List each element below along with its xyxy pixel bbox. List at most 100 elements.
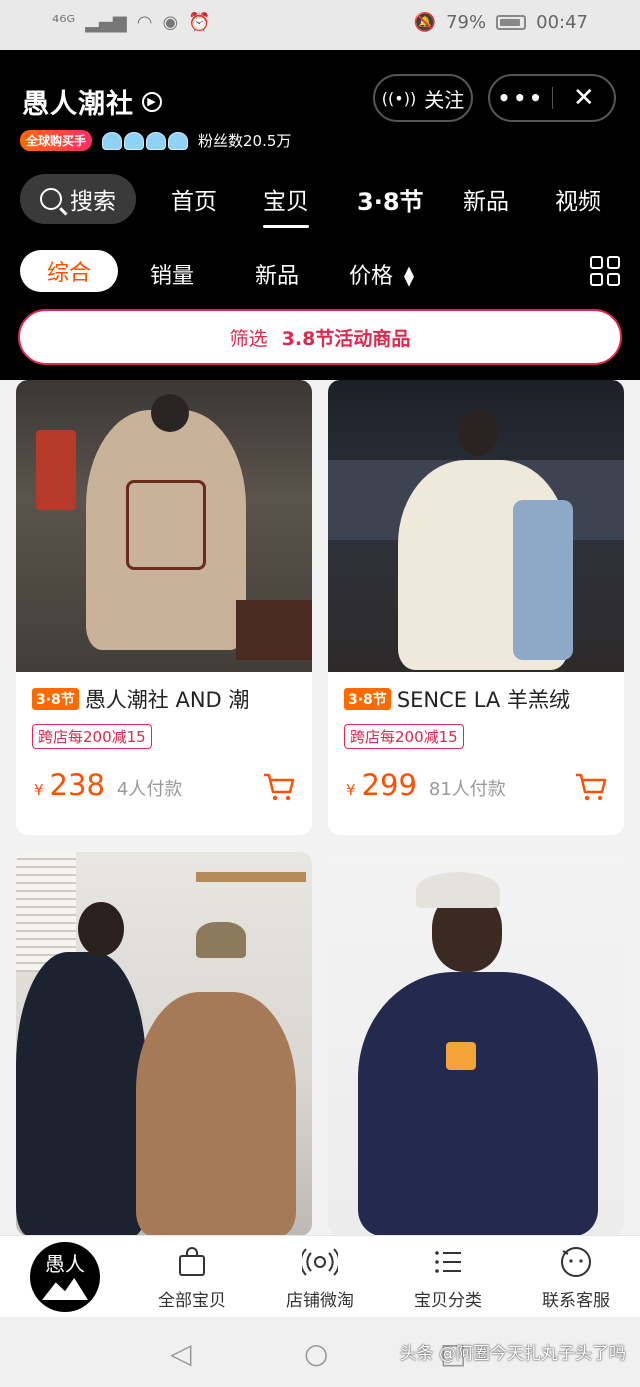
product-card[interactable] <box>16 852 312 1236</box>
status-bar: ⁴⁶ᴳ ▂▄▆ ◠ ◉ ⏰ 🔕 79% 00:47 <box>0 0 640 50</box>
sort-new[interactable]: 新品 <box>255 258 299 290</box>
shop-bottom-nav: 愚人 全部宝贝 店铺微淘 宝贝分类 联系客服 <box>0 1235 640 1317</box>
search-button[interactable]: 搜索 <box>20 174 136 224</box>
sort-row: 综合 销量 新品 价格 ▲ ▼ <box>0 248 640 296</box>
mountain-icon <box>42 1278 88 1300</box>
product-card[interactable]: 3·8节 愚人潮社 AND 潮 跨店每200减15 ¥ 238 4人付款 <box>16 380 312 835</box>
eye-icon: ◉ <box>162 12 179 33</box>
product-image[interactable] <box>16 852 312 1236</box>
fans-count: 粉丝数20.5万 <box>198 132 292 150</box>
shop-name[interactable]: 愚人潮社 ▶ <box>22 82 162 121</box>
graphic-print <box>126 480 206 570</box>
product-title[interactable]: 3·8节 愚人潮社 AND 潮 <box>32 684 296 714</box>
festival-tag: 3·8节 <box>32 688 79 710</box>
search-icon <box>40 188 62 210</box>
crown-icon <box>168 131 189 150</box>
nav-all-items-label: 全部宝贝 <box>158 1291 226 1311</box>
nav-all-items[interactable]: 全部宝贝 <box>132 1244 252 1311</box>
price-row: ¥ 238 4人付款 <box>34 768 182 802</box>
back-icon[interactable]: ◁ <box>170 1337 192 1370</box>
close-icon[interactable]: ✕ <box>553 83 614 113</box>
product-title-text: SENCE LA 羊羔绒 <box>396 688 570 712</box>
paid-count: 81人付款 <box>428 779 506 800</box>
filter-label: 筛选 <box>229 327 268 350</box>
cart-icon[interactable] <box>262 772 296 802</box>
cart-icon[interactable] <box>574 772 608 802</box>
global-buyer-badge: 全球购买手 <box>20 130 93 151</box>
promo-badge: 跨店每200减15 <box>32 724 152 749</box>
festival-tag: 3·8节 <box>344 688 391 710</box>
crown-icon <box>124 131 145 150</box>
chevron-right-icon: ▶ <box>142 91 162 112</box>
clock: 00:47 <box>536 12 588 33</box>
sleeve-shape <box>513 500 573 660</box>
product-title[interactable]: 3·8节 SENCE LA 羊羔绒 <box>344 684 608 714</box>
follow-label: 关注 <box>424 87 465 112</box>
shop-logo[interactable]: 愚人 <box>30 1242 100 1312</box>
grid-view-icon[interactable] <box>590 256 620 286</box>
logo-text: 愚人 <box>45 1252 85 1276</box>
broadcast-icon <box>260 1244 380 1280</box>
nav-customer-service[interactable]: 联系客服 <box>516 1244 636 1311</box>
black-hoodie-shape <box>16 952 146 1236</box>
nav-categories[interactable]: 宝贝分类 <box>388 1244 508 1311</box>
product-image[interactable] <box>328 380 624 672</box>
mute-icon: 🔕 <box>413 12 437 33</box>
crown-level-icons <box>102 131 189 150</box>
product-info: 3·8节 愚人潮社 AND 潮 跨店每200减15 ¥ 238 4人付款 <box>16 672 312 835</box>
product-price: 299 <box>361 768 417 802</box>
shop-nav-tabs: 搜索 首页 宝贝 3·8节 新品 视频 <box>0 172 640 232</box>
filter-bar[interactable]: 筛选 3.8节活动商品 <box>18 309 622 365</box>
follow-button[interactable]: ((•)) 关注 <box>373 74 473 122</box>
paid-count: 4人付款 <box>116 779 183 800</box>
signal-bars-icon: ▂▄▆ <box>85 12 127 33</box>
battery-percent: 79% <box>446 12 487 33</box>
tab-new[interactable]: 新品 <box>463 182 509 216</box>
head-shape <box>458 410 498 456</box>
shop-header: 愚人潮社 ▶ ((•)) 关注 ••• ✕ 全球购买手 粉丝数20.5万 搜索 … <box>0 50 640 380</box>
badge-row: 全球购买手 粉丝数20.5万 <box>20 130 291 151</box>
nav-shop-feed-label: 店铺微淘 <box>286 1291 354 1311</box>
price-row: ¥ 299 81人付款 <box>346 768 506 802</box>
product-image[interactable] <box>16 380 312 672</box>
nav-shop-feed[interactable]: 店铺微淘 <box>260 1244 380 1311</box>
cap-shape <box>416 872 500 908</box>
chat-bubble-icon <box>516 1244 636 1280</box>
product-info: 3·8节 SENCE LA 羊羔绒 跨店每200减15 ¥ 299 81人付款 <box>328 672 624 835</box>
crown-icon <box>102 131 123 150</box>
brown-hoodie-shape <box>136 992 296 1236</box>
product-title-text: 愚人潮社 AND 潮 <box>84 688 250 712</box>
list-icon <box>388 1244 508 1280</box>
navy-hoodie-shape <box>358 972 598 1236</box>
head-shape <box>151 394 189 432</box>
tab-items[interactable]: 宝贝 <box>263 182 309 228</box>
filter-highlight: 3.8节活动商品 <box>281 327 411 350</box>
sofa-shape <box>236 600 312 660</box>
sort-comprehensive[interactable]: 综合 <box>20 250 118 292</box>
sort-sales[interactable]: 销量 <box>150 258 194 290</box>
shop-name-text: 愚人潮社 <box>22 89 134 120</box>
shelf-shape <box>196 872 306 882</box>
sort-price-label: 价格 <box>349 264 394 289</box>
wifi-icon: ◠ <box>136 12 153 33</box>
tab-home[interactable]: 首页 <box>171 182 217 216</box>
crown-icon <box>146 131 167 150</box>
system-nav-bar: ◁ ○ □ 头条 @阿圈今天扎丸子头了吗 <box>0 1317 640 1387</box>
battery-icon <box>496 15 527 30</box>
tab-video[interactable]: 视频 <box>555 182 601 216</box>
product-image[interactable] <box>328 852 624 1236</box>
sort-price[interactable]: 价格 ▲ ▼ <box>349 258 414 290</box>
product-card[interactable] <box>328 852 624 1236</box>
more-icon[interactable]: ••• <box>490 86 552 110</box>
product-card[interactable]: 3·8节 SENCE LA 羊羔绒 跨店每200减15 ¥ 299 81人付款 <box>328 380 624 835</box>
search-label: 搜索 <box>70 189 116 215</box>
home-icon[interactable]: ○ <box>304 1337 328 1370</box>
signal-icon: ⁴⁶ᴳ <box>52 12 76 33</box>
head-shape <box>78 902 124 956</box>
shopping-bag-icon <box>132 1244 252 1280</box>
currency-symbol: ¥ <box>34 781 44 799</box>
tab-38-festival[interactable]: 3·8节 <box>357 182 424 217</box>
broadcast-icon: ((•)) <box>381 88 417 108</box>
currency-symbol: ¥ <box>346 781 356 799</box>
wall-poster <box>36 430 76 510</box>
